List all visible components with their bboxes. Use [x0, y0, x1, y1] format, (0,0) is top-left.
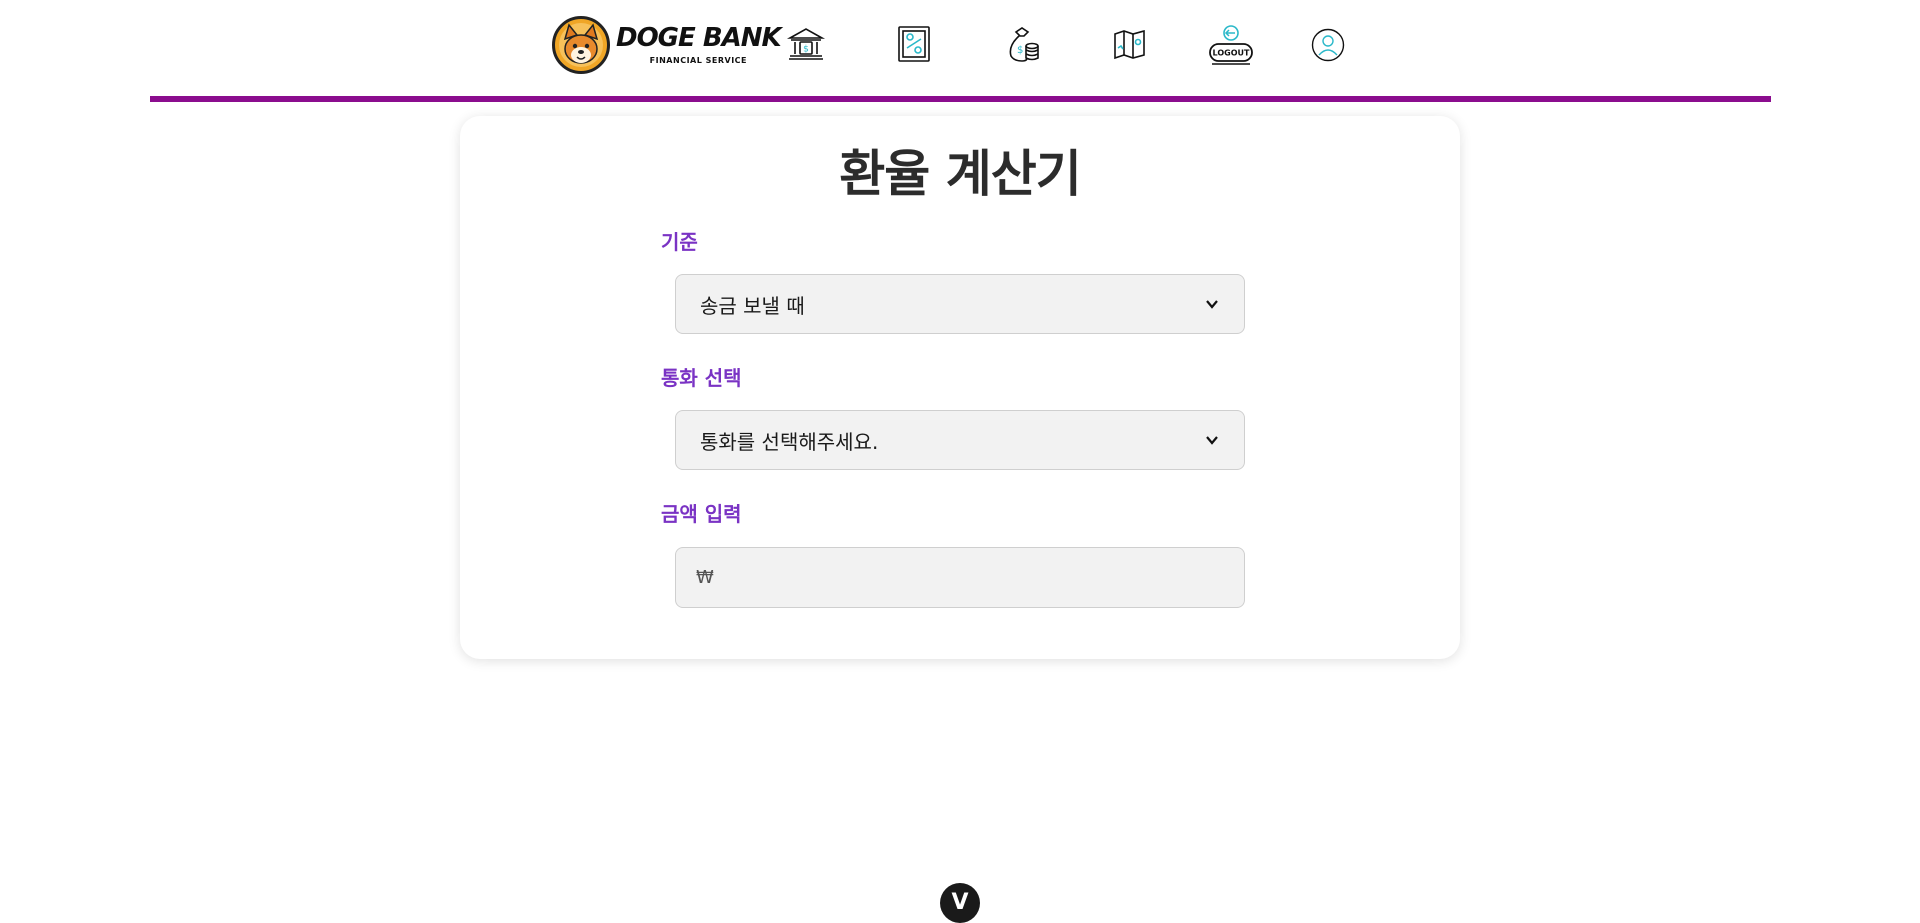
header: DOGE BANK FINANCIAL SERVICE $ $ LOGOUT — [0, 0, 1920, 102]
logo[interactable]: DOGE BANK FINANCIAL SERVICE — [552, 15, 782, 75]
svg-text:$: $ — [1017, 45, 1023, 56]
basis-label: 기준 — [661, 230, 698, 254]
map-icon[interactable] — [1111, 24, 1151, 64]
doge-logo-icon — [552, 16, 610, 74]
currency-select-value: 통화를 선택해주세요. — [700, 429, 879, 454]
logo-title: DOGE BANK — [616, 23, 782, 53]
amount-label: 금액 입력 — [661, 502, 742, 526]
chevron-down-icon — [1206, 300, 1218, 309]
header-divider — [150, 96, 1771, 102]
exchange-board-icon[interactable] — [894, 24, 934, 64]
bank-icon[interactable]: $ — [786, 24, 826, 64]
logout-icon[interactable]: LOGOUT — [1208, 24, 1254, 65]
logo-subtitle: FINANCIAL SERVICE — [649, 56, 748, 65]
profile-icon[interactable] — [1311, 28, 1345, 62]
exchange-calculator-card: 환율 계산기 기준 송금 보낼 때 통화 선택 통화를 선택해주세요. 금액 입… — [460, 116, 1460, 659]
basis-select-value: 송금 보낼 때 — [700, 293, 805, 318]
scroll-down-button[interactable]: V — [940, 883, 980, 923]
chevron-down-icon — [1206, 436, 1218, 445]
logout-label: LOGOUT — [1213, 49, 1250, 58]
amount-input-placeholder: ₩ — [696, 567, 714, 588]
money-bag-icon[interactable]: $ — [1002, 24, 1042, 64]
amount-input[interactable]: ₩ — [675, 547, 1245, 608]
currency-label: 통화 선택 — [661, 366, 742, 390]
svg-text:$: $ — [803, 45, 809, 55]
logo-text: DOGE BANK FINANCIAL SERVICE — [616, 23, 782, 65]
currency-select[interactable]: 통화를 선택해주세요. — [675, 410, 1245, 470]
page-title: 환율 계산기 — [839, 145, 1081, 203]
basis-select[interactable]: 송금 보낼 때 — [675, 274, 1245, 334]
